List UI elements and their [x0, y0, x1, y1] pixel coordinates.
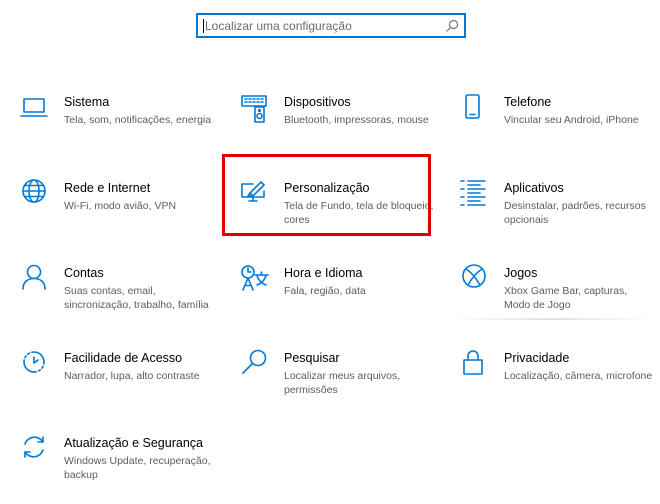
settings-tile-dispositivos[interactable]: Dispositivos Bluetooth, impressoras, mou… — [240, 93, 440, 163]
tile-title: Dispositivos — [284, 95, 351, 109]
settings-tile-jogos[interactable]: Jogos Xbox Game Bar, capturas, Modo de J… — [460, 264, 660, 334]
phone-icon — [460, 93, 492, 125]
search-placeholder: Localizar uma configuração — [205, 19, 352, 33]
xbox-icon — [460, 264, 492, 296]
settings-tile-privacidade[interactable]: Privacidade Localização, câmera, microfo… — [460, 349, 660, 419]
settings-tile-pesquisar[interactable]: Pesquisar Localizar meus arquivos, permi… — [240, 349, 440, 419]
settings-tile-rede-internet[interactable]: Rede e Internet Wi-Fi, modo avião, VPN — [20, 179, 220, 249]
settings-tile-sistema[interactable]: Sistema Tela, som, notificações, energia — [20, 93, 220, 163]
tile-description: Desinstalar, padrões, recursos opcionais — [504, 200, 646, 226]
search-input[interactable]: Localizar uma configuração — [196, 13, 466, 38]
tile-title: Privacidade — [504, 351, 570, 365]
person-icon — [20, 264, 52, 296]
settings-tile-hora-idioma[interactable]: Hora e Idioma Fala, região, data — [240, 264, 440, 334]
laptop-icon — [20, 93, 52, 125]
tile-title: Contas — [64, 266, 104, 280]
tile-description: Vincular seu Android, iPhone — [504, 114, 639, 126]
search-magnifier-icon — [240, 349, 272, 381]
tile-title: Sistema — [64, 95, 110, 109]
tile-description: Tela, som, notificações, energia — [64, 114, 212, 126]
tile-description: Bluetooth, impressoras, mouse — [284, 114, 429, 126]
tile-title: Jogos — [504, 266, 538, 280]
tile-description: Windows Update, recuperação, backup — [64, 455, 211, 481]
settings-tile-contas[interactable]: Contas Suas contas, email, sincronização… — [20, 264, 220, 334]
time-language-icon — [240, 264, 272, 296]
tile-description: Narrador, lupa, alto contraste — [64, 370, 200, 382]
tile-description: Wi-Fi, modo avião, VPN — [64, 200, 177, 212]
tile-description: Localizar meus arquivos, permissões — [284, 370, 401, 396]
tile-title: Telefone — [504, 95, 552, 109]
apps-list-icon — [460, 179, 492, 211]
keyboard-speaker-icon — [240, 93, 272, 125]
tile-description: Fala, região, data — [284, 285, 366, 297]
lock-icon — [460, 349, 492, 381]
settings-tile-facilidade-acesso[interactable]: Facilidade de Acesso Narrador, lupa, alt… — [20, 349, 220, 419]
globe-icon — [20, 179, 52, 211]
sync-arrows-icon — [20, 434, 52, 466]
tile-description: Suas contas, email, sincronização, traba… — [64, 285, 209, 311]
settings-tile-aplicativos[interactable]: Aplicativos Desinstalar, padrões, recurs… — [460, 179, 660, 249]
settings-tile-atualizacao-seguranca[interactable]: Atualização e Segurança Windows Update, … — [20, 434, 220, 504]
tile-description: Xbox Game Bar, capturas, Modo de Jogo — [504, 285, 628, 311]
settings-tile-telefone[interactable]: Telefone Vincular seu Android, iPhone — [460, 93, 660, 163]
highlight-box — [222, 154, 431, 236]
tile-title: Rede e Internet — [64, 181, 151, 195]
tile-description: Localização, câmera, microfone — [504, 370, 653, 382]
tile-title: Atualização e Segurança — [64, 436, 203, 450]
tile-title: Aplicativos — [504, 181, 564, 195]
text-caret — [203, 19, 204, 33]
ease-of-access-icon — [20, 349, 52, 381]
search-icon[interactable] — [445, 19, 459, 33]
divider — [452, 318, 652, 320]
tile-title: Hora e Idioma — [284, 266, 363, 280]
tile-title: Facilidade de Acesso — [64, 351, 183, 365]
tile-title: Pesquisar — [284, 351, 340, 365]
